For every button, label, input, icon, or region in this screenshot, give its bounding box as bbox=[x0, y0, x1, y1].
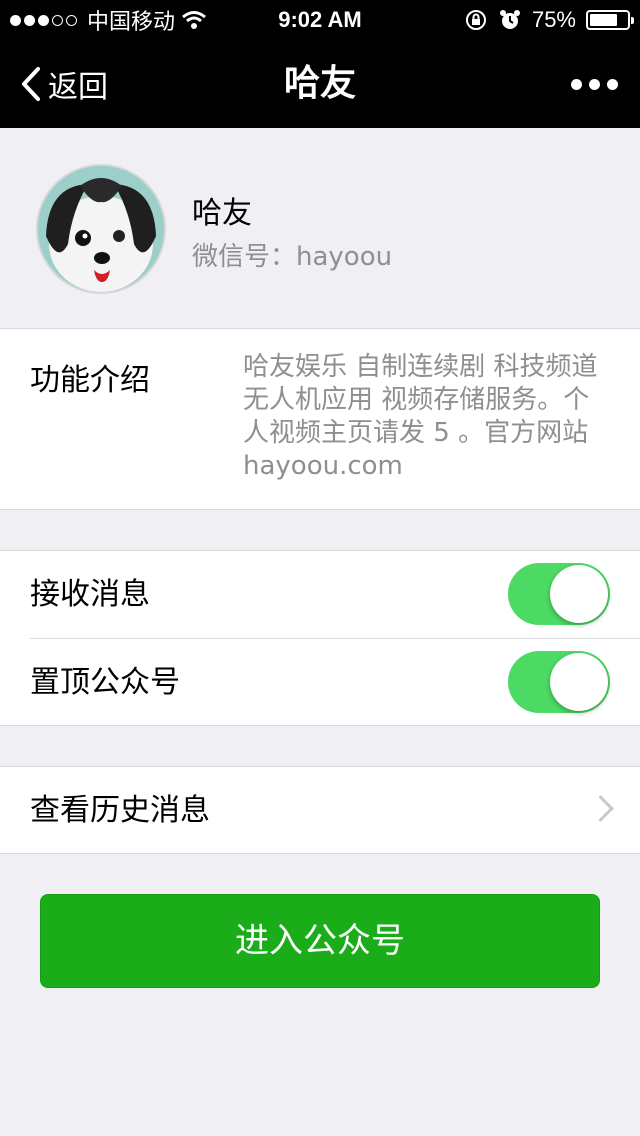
receive-messages-row: 接收消息 bbox=[0, 551, 640, 638]
battery-percent: 75% bbox=[531, 7, 576, 32]
puppy-avatar-icon bbox=[38, 166, 164, 292]
battery-icon bbox=[586, 10, 634, 30]
more-dot bbox=[589, 78, 600, 90]
status-bar: 中国移动 9:02 AM 75% bbox=[0, 0, 640, 40]
enter-official-account-button[interactable]: 进入公众号 bbox=[40, 894, 600, 988]
account-name: 哈友 bbox=[192, 196, 252, 231]
profile-header: 哈友 微信号：hayoou bbox=[0, 128, 640, 328]
view-history-label: 查看历史消息 bbox=[30, 793, 210, 828]
view-history-row[interactable]: 查看历史消息 bbox=[0, 767, 640, 854]
history-section: 查看历史消息 bbox=[0, 766, 640, 854]
intro-section: 功能介绍 哈友娱乐 自制连续剧 科技频道 无人机应用 视频存储服务。个人视频主页… bbox=[0, 328, 640, 510]
alarm-icon bbox=[499, 10, 520, 29]
receive-messages-label: 接收消息 bbox=[30, 577, 150, 612]
page-title: 哈友 bbox=[283, 63, 356, 104]
more-dot bbox=[607, 78, 618, 90]
settings-section: 接收消息 置顶公众号 bbox=[0, 550, 640, 726]
pin-account-label: 置顶公众号 bbox=[30, 665, 180, 700]
rotation-lock-icon bbox=[465, 10, 486, 30]
chevron-right-icon bbox=[587, 795, 614, 822]
more-options-button[interactable] bbox=[571, 40, 618, 128]
intro-text: 哈友娱乐 自制连续剧 科技频道 无人机应用 视频存储服务。个人视频主页请发 5 … bbox=[243, 352, 598, 481]
toggle-knob bbox=[550, 653, 608, 711]
receive-messages-toggle[interactable] bbox=[508, 563, 610, 625]
pin-account-toggle[interactable] bbox=[508, 651, 610, 713]
intro-label: 功能介绍 bbox=[30, 363, 150, 398]
status-right: 75% bbox=[464, 0, 634, 40]
toggle-knob bbox=[550, 565, 608, 623]
navigation-bar: 返回 哈友 bbox=[0, 40, 640, 128]
pin-account-row: 置顶公众号 bbox=[0, 639, 640, 726]
more-dot bbox=[571, 78, 582, 90]
wechat-id: 微信号：hayoou bbox=[192, 242, 393, 272]
avatar[interactable] bbox=[36, 164, 166, 294]
battery-fill bbox=[590, 14, 617, 26]
